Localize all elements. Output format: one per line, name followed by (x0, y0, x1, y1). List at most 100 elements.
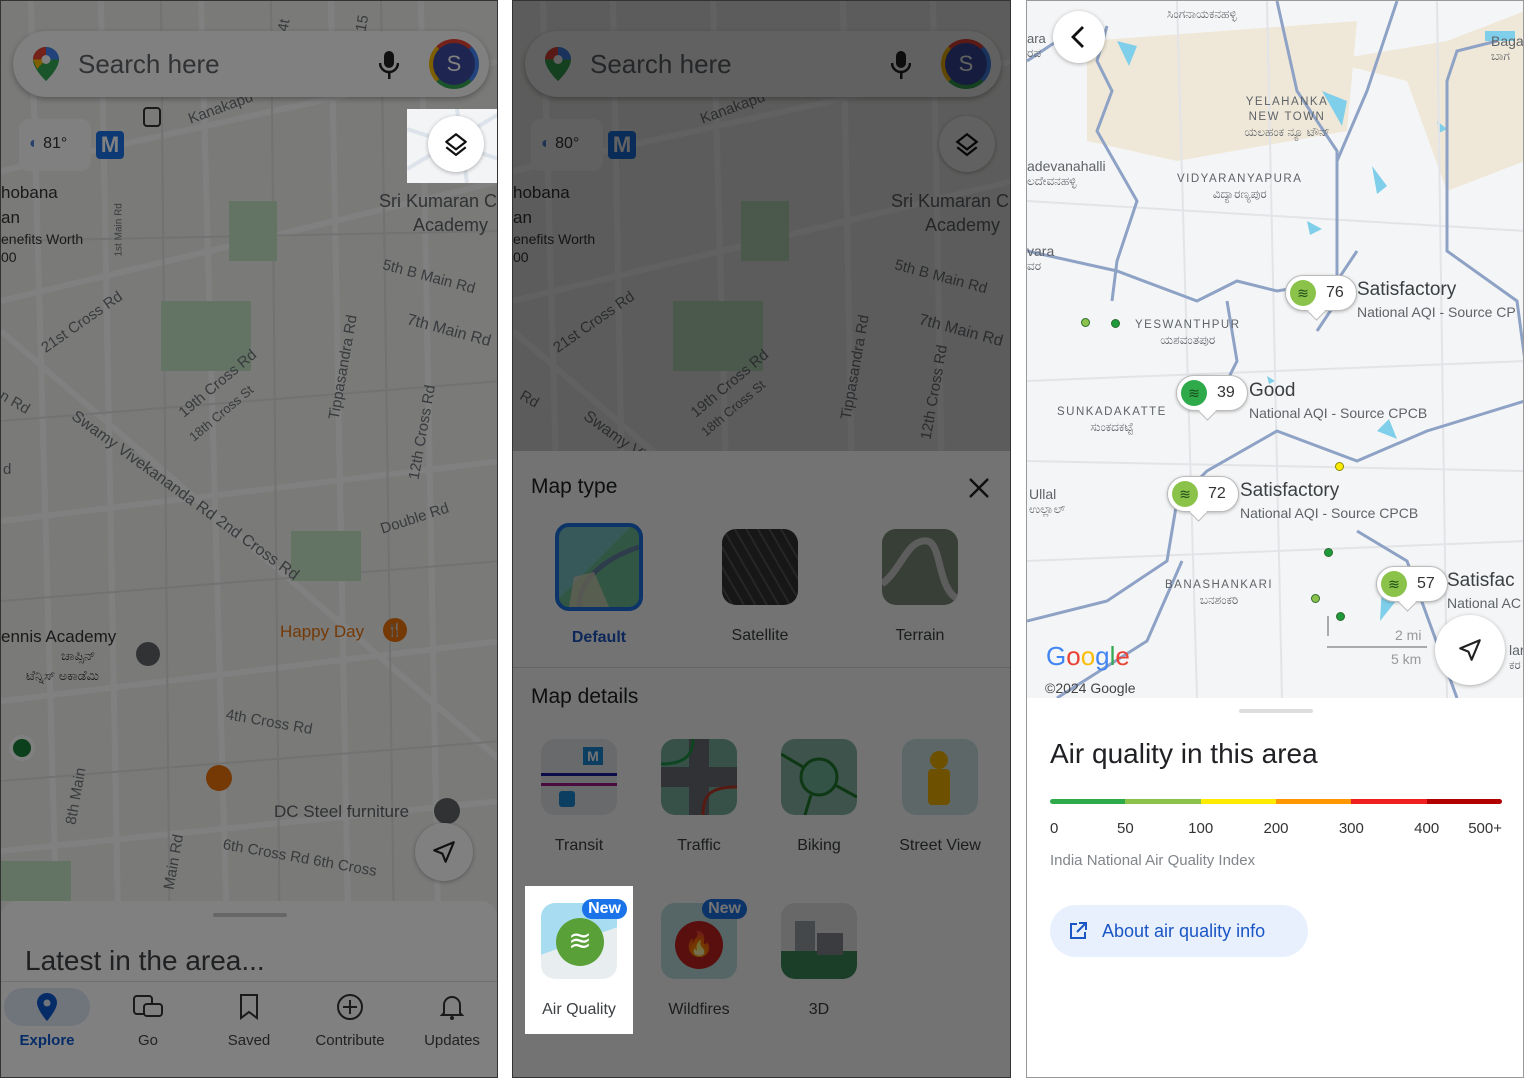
nav-label: Contribute (315, 1032, 385, 1049)
scale-bar (1327, 646, 1427, 648)
nav-explore[interactable]: Explore (1, 988, 97, 1049)
bus-stop-icon[interactable] (143, 107, 161, 127)
microphone-icon[interactable] (891, 51, 911, 79)
poi-label[interactable]: ennis Academy (1, 627, 116, 647)
temperature: 81° (43, 135, 68, 152)
aqi-point[interactable] (1311, 594, 1320, 603)
air-quality-icon: ≋ (1290, 280, 1316, 306)
aqi-scale-labels: 0 50 100 200 300 400 500+ (1050, 820, 1505, 838)
back-button[interactable] (1053, 11, 1105, 63)
nav-saved[interactable]: Saved (199, 988, 299, 1049)
layers-button[interactable] (428, 116, 484, 172)
aqi-point[interactable] (1081, 318, 1090, 327)
map-type-label: Satellite (731, 627, 789, 644)
sheet-handle[interactable] (213, 913, 287, 917)
air-quality-thumbnail: ≋ New (541, 899, 627, 979)
detail-street-view[interactable]: Street View (885, 739, 995, 855)
search-input[interactable]: Search here (590, 49, 732, 80)
microphone-icon[interactable] (379, 51, 399, 79)
detail-label: Biking (797, 837, 841, 854)
aqi-marker[interactable]: ≋ 76 (1285, 275, 1357, 311)
nav-go[interactable]: Go (98, 988, 198, 1049)
aqi-point[interactable] (1336, 612, 1345, 621)
restaurant-icon[interactable]: 🍴 (383, 618, 407, 642)
traffic-thumbnail (661, 739, 737, 815)
account-avatar[interactable]: S (941, 39, 991, 89)
aqi-scale-segment (1426, 799, 1502, 804)
poi-label[interactable]: DC Steel furniture (274, 802, 409, 822)
detail-wildfires[interactable]: 🔥 New Wildfires (644, 899, 754, 1019)
nav-contribute[interactable]: Contribute (300, 988, 400, 1049)
aqi-marker[interactable]: ≋ 57 (1376, 566, 1448, 602)
detail-label: Traffic (677, 837, 721, 854)
about-button-label: About air quality info (1102, 920, 1266, 941)
aqi-point[interactable] (1111, 319, 1120, 328)
aqi-scale-label: 0 (1050, 820, 1059, 837)
detail-transit[interactable]: M Transit (524, 739, 634, 855)
nav-label: Saved (227, 1032, 271, 1049)
bottom-sheet[interactable]: Latest in the area... (1, 901, 497, 981)
copyright: ©2024 Google (1045, 680, 1136, 696)
place-icon[interactable] (434, 798, 460, 824)
scale-miles: 2 mi (1395, 627, 1422, 643)
nav-updates[interactable]: Updates (402, 988, 497, 1049)
close-icon[interactable] (968, 477, 990, 499)
pin-icon (37, 993, 57, 1021)
nav-label: Explore (19, 1032, 75, 1049)
external-link-icon (1070, 922, 1087, 939)
search-bar[interactable]: Search here S (525, 31, 1001, 97)
metro-icon[interactable]: M (608, 131, 636, 159)
aqi-value: 72 (1208, 485, 1226, 502)
weather-chip[interactable]: ◐ 81° (19, 119, 91, 171)
map-type-default[interactable]: Default (544, 523, 654, 647)
place-label: VIDYARANYAPURA ವಿದ್ಯಾರಣ್ಯಪುರ (1177, 173, 1303, 201)
map-label: Academy (925, 215, 1001, 235)
map-label: enefits Worth (1, 231, 84, 247)
map-view[interactable]: ಸಿಂಗನಾಯಕನಹಳ್ಳಿ YELAHANKA NEW TOWN ಯಲಹಂಕ ನ… (1027, 1, 1523, 698)
detail-3d[interactable]: 3D (764, 903, 874, 1019)
search-bar[interactable]: Search here S (13, 31, 489, 97)
place-label: BANASHANKARI ಬನಶಂಕರಿ (1165, 579, 1274, 607)
aqi-marker[interactable]: ≋ 39 (1176, 375, 1248, 411)
metro-icon[interactable]: M (96, 131, 124, 159)
place-label: YELAHANKA NEW TOWN ಯಲಹಂಕ ನ್ಯೂ ಟೌನ್ (1244, 96, 1330, 139)
map-label: 00 (1, 249, 17, 265)
layers-button[interactable] (939, 116, 995, 172)
navigation-arrow-icon (1459, 639, 1481, 661)
map-type-heading: Map type (531, 475, 618, 498)
layers-icon (445, 133, 467, 156)
search-input[interactable]: Search here (78, 49, 220, 80)
aqi-marker[interactable]: ≋ 72 (1167, 476, 1239, 512)
weather-chip[interactable]: ◐ 80° (531, 119, 603, 171)
account-avatar[interactable]: S (429, 39, 479, 89)
detail-traffic[interactable]: Traffic (644, 739, 754, 855)
map-label: enefits Worth (513, 231, 596, 247)
school-icon[interactable] (136, 642, 160, 666)
map-label: an (1, 208, 20, 227)
place-pin-icon[interactable] (9, 735, 35, 761)
about-air-quality-button[interactable]: About air quality info (1050, 905, 1308, 957)
aqi-index-name: India National Air Quality Index (1050, 852, 1256, 869)
detail-label: 3D (808, 1001, 830, 1018)
aqi-point[interactable] (1324, 548, 1333, 557)
maps-explore-screen: Kanakapu Sri Kumaran C Academy hobana an… (0, 0, 498, 1078)
biking-thumbnail (781, 739, 857, 815)
my-location-button[interactable] (1435, 615, 1505, 685)
sheet-handle[interactable] (1239, 709, 1313, 713)
detail-air-quality[interactable]: ≋ New Air Quality (524, 899, 634, 1019)
aqi-scale-segment (1050, 799, 1126, 804)
map-type-satellite[interactable]: Satellite (705, 529, 815, 645)
detail-biking[interactable]: Biking (764, 739, 874, 855)
air-quality-screen: ಸಿಂಗನಾಯಕನಹಳ್ಳಿ YELAHANKA NEW TOWN ಯಲಹಂಕ ನ… (1026, 0, 1524, 1078)
place-label: Baga ಬಾಗ (1491, 33, 1524, 64)
air-quality-icon: ≋ (1172, 481, 1198, 507)
aqi-point[interactable] (1335, 462, 1344, 471)
map-label: 00 (513, 249, 529, 265)
aqi-color-scale (1050, 799, 1502, 804)
map-type-terrain[interactable]: Terrain (865, 529, 975, 645)
scale-km: 5 km (1391, 651, 1422, 667)
my-location-button[interactable] (415, 823, 473, 881)
poi-label[interactable]: Happy Day (280, 622, 364, 642)
air-quality-icon: ≋ (1181, 380, 1207, 406)
restaurant-icon[interactable] (206, 765, 232, 791)
